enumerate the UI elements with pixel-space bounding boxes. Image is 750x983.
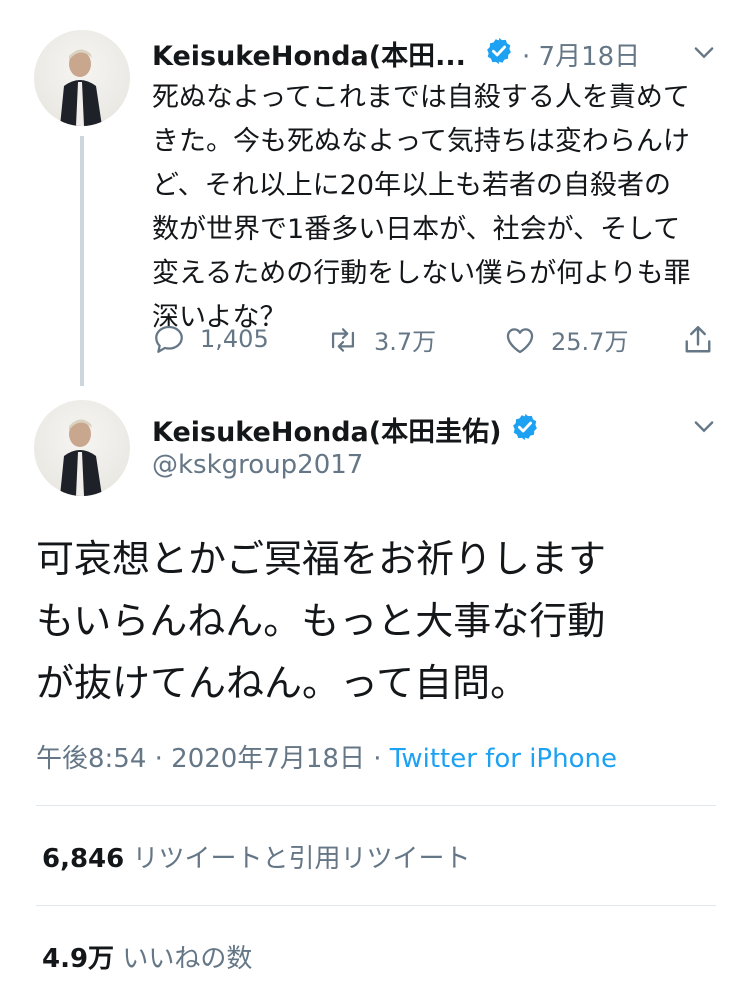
thread-line: [80, 136, 84, 386]
tweet-date[interactable]: · 7月18日: [522, 36, 640, 73]
reply-icon: [155, 325, 183, 353]
retweet-icon: [331, 327, 355, 352]
retweets-count: 6,846: [42, 844, 125, 874]
divider: [36, 905, 716, 906]
divider: [36, 805, 716, 806]
retweets-stat[interactable]: 6,846 リツイートと引用リツイート: [42, 838, 471, 875]
tweet-text: 可哀想とかご冥福をお祈りします もいらんねん。もっと大事な行動 が抜けてんねん。…: [36, 528, 606, 714]
retweet-count: 3.7万: [374, 328, 437, 356]
tweet-handle[interactable]: @kskgroup2017: [152, 450, 363, 480]
tweet-text-line: 数が世界で1番多い日本が、社会が、そして: [152, 214, 681, 245]
chevron-down-icon[interactable]: [690, 412, 718, 440]
tweet-author-name[interactable]: KeisukeHonda(本田...: [152, 34, 466, 73]
chevron-down-icon[interactable]: [690, 38, 718, 66]
like-count: 25.7万: [551, 328, 629, 356]
likes-stat[interactable]: 4.9万 いいねの数: [42, 938, 252, 975]
verified-badge-icon: [513, 413, 537, 441]
avatar[interactable]: [34, 30, 130, 126]
tweet-source-link[interactable]: Twitter for iPhone: [390, 744, 617, 774]
verified-badge-icon: [487, 37, 511, 65]
avatar-photo: [60, 419, 102, 496]
tweet-author-name[interactable]: KeisukeHonda(本田圭佑): [152, 410, 501, 449]
tweet-meta: 午後8:54 · 2020年7月18日 · Twitter for iPhone: [36, 738, 617, 775]
reply-button[interactable]: 1,405: [152, 322, 269, 356]
tweet-text-line: ど、それ以上に20年以上も若者の自殺者の: [152, 170, 672, 201]
avatar-photo: [60, 49, 102, 126]
share-icon[interactable]: [680, 322, 716, 358]
tweet-text-line: 可哀想とかご冥福をお祈りします: [36, 537, 607, 581]
tweet-text-line: 死ぬなよってこれまでは自殺する人を責めて: [152, 82, 690, 113]
tweet-timestamp[interactable]: 午後8:54 · 2020年7月18日 ·: [36, 744, 390, 774]
retweets-label: リツイートと引用リツイート: [132, 844, 471, 874]
reply-count: 1,405: [200, 325, 269, 353]
tweet-text-line: 変えるための行動をしない僕らが何よりも罪: [152, 258, 691, 289]
likes-count: 4.9万: [42, 944, 115, 974]
tweet-text-line: が抜けてんねん。って自問。: [36, 661, 529, 705]
retweet-button[interactable]: 3.7万: [326, 322, 436, 357]
tweet-text-line: きた。今も死ぬなよって気持ちは変わらんけ: [152, 126, 690, 157]
likes-label: いいねの数: [122, 944, 253, 974]
tweet-text: 死ぬなよってこれまでは自殺する人を責めて きた。今も死ぬなよって気持ちは変わらん…: [152, 76, 691, 340]
avatar[interactable]: [34, 400, 130, 496]
like-button[interactable]: 25.7万: [503, 322, 628, 357]
like-icon: [506, 327, 534, 353]
tweet-text-line: もいらんねん。もっと大事な行動: [36, 599, 606, 643]
